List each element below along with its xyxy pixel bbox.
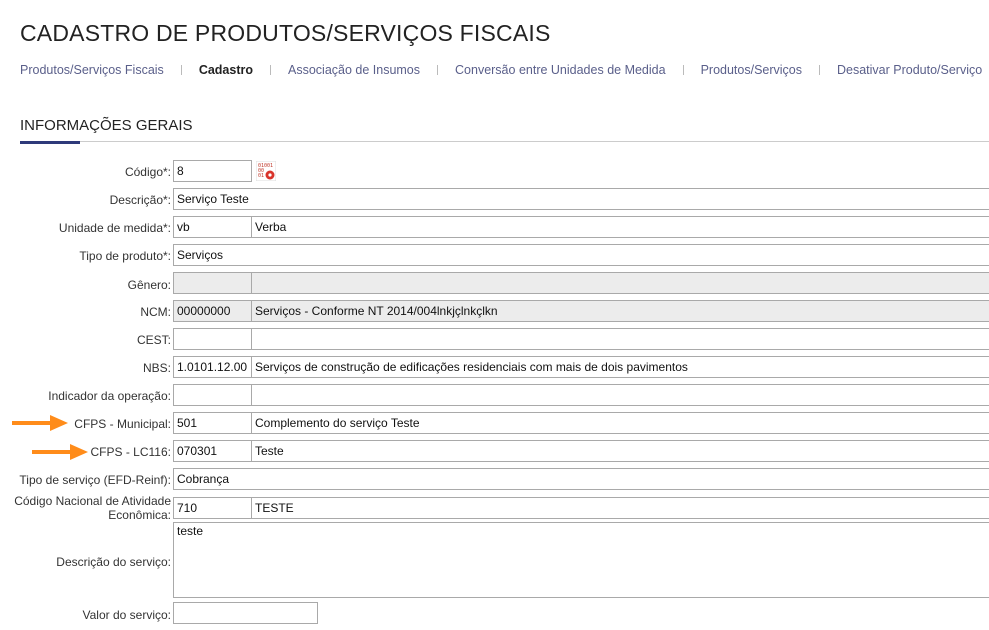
section-accent-bar xyxy=(20,141,80,144)
descricao-label: Descrição*: xyxy=(109,193,171,207)
descricao-servico-label: Descrição do serviço: xyxy=(56,555,171,569)
genero-name-field xyxy=(251,272,989,294)
unidade-name-field[interactable]: Verba xyxy=(251,216,989,238)
tipo-servico-select[interactable]: Cobrança xyxy=(173,468,989,490)
nbs-name-field[interactable]: Serviços de construção de edificações re… xyxy=(251,356,989,378)
cfps-lc116-name-field[interactable]: Teste xyxy=(251,440,989,462)
codigo-input[interactable]: 8 xyxy=(173,160,252,182)
nav-separator xyxy=(819,65,820,75)
unidade-label: Unidade de medida*: xyxy=(58,221,171,235)
section-divider xyxy=(20,141,989,142)
cfps-municipal-label: CFPS - Municipal: xyxy=(74,417,171,431)
valor-servico-input[interactable] xyxy=(173,602,318,624)
cfps-municipal-name-field[interactable]: Complemento do serviço Teste xyxy=(251,412,989,434)
cnae-name-field[interactable]: TESTE xyxy=(251,497,989,519)
tipo-produto-label: Tipo de produto*: xyxy=(79,249,171,263)
indicador-name-field[interactable] xyxy=(251,384,989,406)
genero-label: Gênero: xyxy=(127,278,171,292)
nav-cadastro[interactable]: Cadastro xyxy=(199,63,253,77)
nbs-code-input[interactable]: 1.0101.12.00 xyxy=(173,356,252,378)
unidade-code-input[interactable]: vb xyxy=(173,216,252,238)
cfps-lc116-label: CFPS - LC116: xyxy=(90,445,171,459)
valor-servico-label: Valor do serviço: xyxy=(82,608,171,622)
descricao-servico-textarea[interactable]: teste xyxy=(173,522,989,598)
cnae-label: Código Nacional de Atividade Econômica: xyxy=(14,494,171,522)
nbs-label: NBS: xyxy=(142,361,171,375)
breadcrumb-nav: Produtos/Serviços Fiscais Cadastro Assoc… xyxy=(20,62,982,78)
nav-produtos-servicos-fiscais[interactable]: Produtos/Serviços Fiscais xyxy=(20,63,164,77)
binary-gear-icon[interactable]: 01001 00 01 xyxy=(255,160,277,182)
ncm-code-input: 00000000 xyxy=(173,300,252,322)
descricao-input[interactable]: Serviço Teste xyxy=(173,188,989,210)
indicador-code-input[interactable] xyxy=(173,384,252,406)
orange-arrow-icon xyxy=(32,444,88,465)
nav-produtos-servicos[interactable]: Produtos/Serviços xyxy=(701,63,802,77)
orange-arrow-icon xyxy=(12,415,68,436)
cest-code-input[interactable] xyxy=(173,328,252,350)
nav-separator xyxy=(437,65,439,75)
page-title: CADASTRO DE PRODUTOS/SERVIÇOS FISCAIS xyxy=(20,20,551,46)
cnae-code-input[interactable]: 710 xyxy=(173,497,252,519)
section-title: INFORMAÇÕES GERAIS xyxy=(20,117,193,134)
cfps-lc116-code-input[interactable]: 070301 xyxy=(173,440,252,462)
nav-associacao-insumos[interactable]: Associação de Insumos xyxy=(288,63,420,77)
nav-separator xyxy=(682,65,684,75)
indicador-label: Indicador da operação: xyxy=(48,389,171,403)
tipo-produto-select[interactable]: Serviços xyxy=(173,244,989,266)
cest-label: CEST: xyxy=(136,333,171,347)
tipo-servico-label: Tipo de serviço (EFD-Reinf): xyxy=(19,473,171,487)
nav-desativar-produto[interactable]: Desativar Produto/Serviço xyxy=(837,63,982,77)
cest-name-field[interactable] xyxy=(251,328,989,350)
codigo-label: Código*: xyxy=(124,165,171,179)
genero-code-input xyxy=(173,272,252,294)
cfps-municipal-code-input[interactable]: 501 xyxy=(173,412,252,434)
nav-conversao-unidades[interactable]: Conversão entre Unidades de Medida xyxy=(455,63,666,77)
nav-separator xyxy=(180,65,182,75)
ncm-label: NCM: xyxy=(140,305,171,319)
nav-separator xyxy=(270,65,271,75)
ncm-name-field: Serviços - Conforme NT 2014/004lnkjçlnkç… xyxy=(251,300,989,322)
svg-text:01: 01 xyxy=(258,173,264,179)
